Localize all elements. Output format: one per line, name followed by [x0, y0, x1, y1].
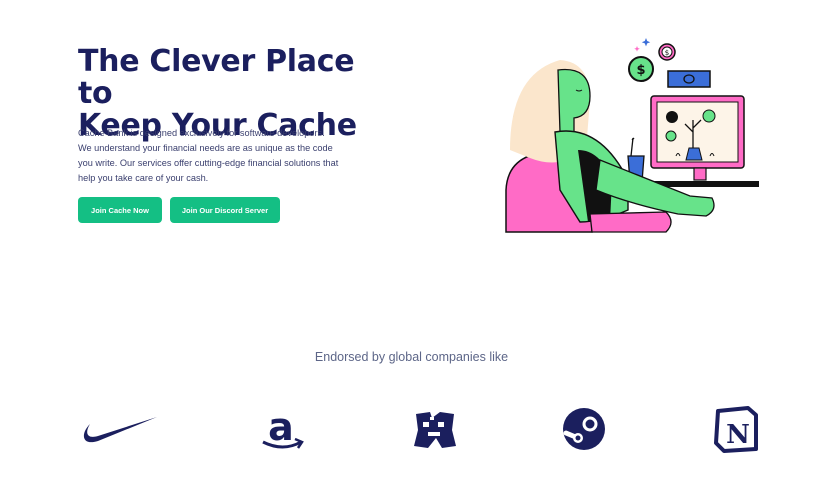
- character-legs: [589, 211, 672, 233]
- hero-description: Cache Bank is designed exclusively for s…: [78, 128, 339, 183]
- minecraft-logo: [414, 412, 456, 448]
- notion-logo-letter: N: [726, 420, 750, 450]
- join-discord-button[interactable]: Join Our Discord Server: [170, 197, 280, 223]
- hero-illustration: $ $: [505, 38, 759, 233]
- steam-logo: [563, 408, 605, 450]
- notion-logo: N: [714, 406, 758, 453]
- hero-title-line-1: The Clever Place to: [78, 44, 355, 111]
- svg-text:$: $: [665, 49, 669, 57]
- nike-logo: [83, 417, 157, 443]
- sparkle-icon: [641, 38, 651, 47]
- monitor-icon: [650, 95, 745, 181]
- sparkle-icon: [634, 46, 640, 52]
- join-cache-button[interactable]: Join Cache Now: [78, 197, 162, 223]
- svg-text:a: a: [268, 406, 294, 449]
- coin-icon: $: [628, 56, 654, 82]
- svg-text:$: $: [636, 63, 645, 78]
- endorsement-heading: Endorsed by global companies like: [314, 350, 509, 364]
- amazon-logo: a: [262, 406, 304, 449]
- coin-icon: $: [658, 43, 676, 61]
- banknote-icon: [667, 70, 711, 88]
